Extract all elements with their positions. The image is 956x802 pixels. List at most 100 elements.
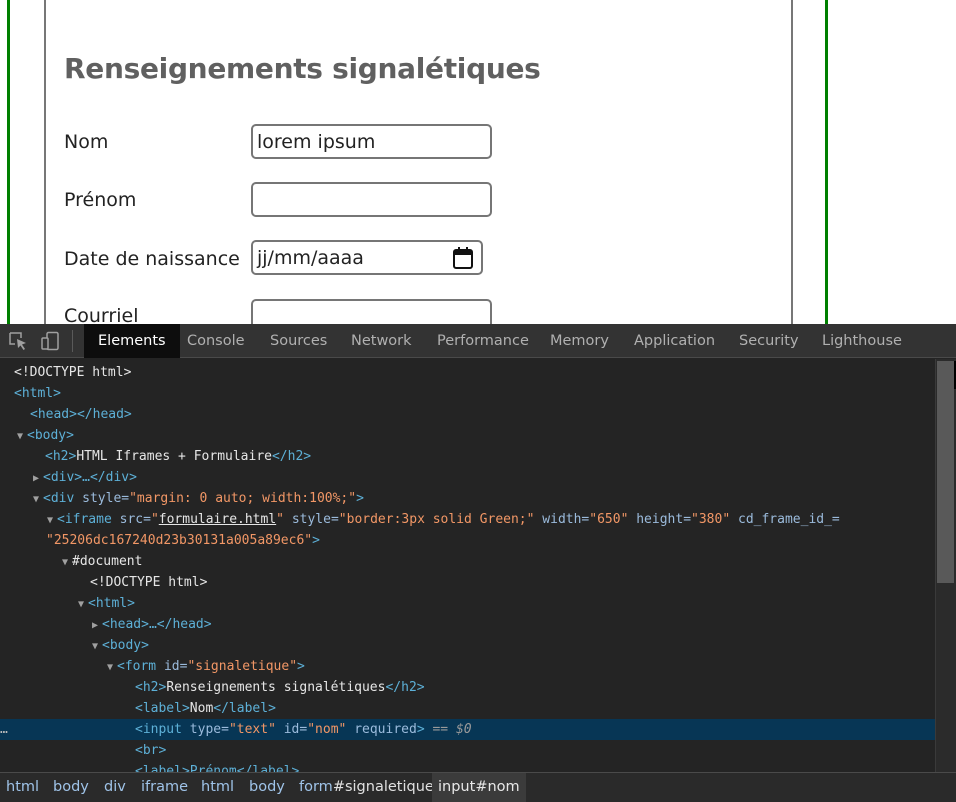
dom-node-div-collapsed[interactable]: ▶ <div>…</div> [0,467,935,488]
more-options-icon[interactable]: … [0,719,8,740]
breadcrumb: html body div iframe html body form#sign… [0,772,956,802]
device-toolbar-icon[interactable] [40,331,60,351]
iframe-src-link[interactable]: formulaire.html [159,512,276,527]
expand-triangle-icon[interactable]: ▼ [17,426,27,447]
breadcrumb-html[interactable]: html [0,773,45,802]
dom-node-body[interactable]: ▼ <body> [0,425,935,446]
calendar-icon[interactable] [452,246,474,270]
tab-performance[interactable]: Performance [423,324,543,358]
dom-node-iframe-cont[interactable]: "25206dc167240d23b30131a005a89ec6"> [0,530,935,551]
collapse-triangle-icon[interactable]: ▶ [92,615,102,636]
h2-text: HTML Iframes + Formulaire [76,449,272,464]
iframe-open-tag: <iframe [57,512,112,527]
dom-node-label-partial[interactable]: <label>Prénom</label> [0,761,935,772]
dom-node-div[interactable]: ▼ <div style="margin: 0 auto; width:100%;… [0,488,935,509]
inspect-element-icon[interactable] [8,331,28,351]
iframe-cdid-attr: cd_frame_id_= [738,512,840,527]
input-gt: > [416,722,425,737]
iframe-width-value: "650" [589,512,629,527]
breadcrumb-inner-html[interactable]: html [195,773,240,802]
scrollbar-thumb[interactable] [937,361,954,583]
nom-input[interactable]: lorem ipsum [251,124,492,159]
courriel-label: Courriel [64,305,139,324]
expand-triangle-icon[interactable]: ▼ [33,489,43,510]
expand-triangle-icon[interactable]: ▼ [107,657,117,678]
tab-elements[interactable]: Elements [84,324,180,358]
dom-node-input-selected[interactable]: … <input type="text" id="nom" required> =… [0,719,935,740]
tab-lighthouse[interactable]: Lighthouse [808,324,916,358]
dom-node-document[interactable]: ▼ #document [0,551,935,572]
iframe-height-value: "380" [691,512,731,527]
body-tag: <body> [27,428,74,443]
dom-node-inner-body[interactable]: ▼ <body> [0,635,935,656]
breadcrumb-input[interactable]: input#nom [432,773,526,802]
dom-node-inner-h2[interactable]: <h2>Renseignements signalétiques</h2> [0,677,935,698]
tab-console[interactable]: Console [173,324,259,358]
tab-memory[interactable]: Memory [536,324,623,358]
document-text: #document [72,554,143,569]
breadcrumb-body[interactable]: body [47,773,95,802]
tab-network[interactable]: Network [337,324,426,358]
expand-triangle-icon[interactable]: ▼ [62,552,72,573]
input-type-attr: type= [189,722,229,737]
expand-triangle-icon[interactable]: ▼ [78,594,88,615]
expand-triangle-icon[interactable]: ▼ [47,510,57,531]
label-open-tag: <label> [135,701,190,716]
html-tag: <html> [14,386,61,401]
iframe-style-value: "border:3px solid Green;" [338,512,535,527]
date-placeholder: jj/mm/aaaa [257,247,364,269]
devtools-tabbar: Elements Console Sources Network Perform… [0,324,956,358]
h2-open-tag: <h2> [45,449,77,464]
form-card [44,0,793,324]
date-naissance-input[interactable]: jj/mm/aaaa [251,240,483,275]
iframe-src-quote-open: " [150,512,159,527]
prenom-label: Prénom [64,189,137,211]
expand-triangle-icon[interactable]: ▼ [92,636,102,657]
courriel-input[interactable] [251,299,492,324]
dom-node-br[interactable]: <br> [0,740,935,761]
prenom-input[interactable] [251,182,492,217]
dom-node-inner-doctype[interactable]: <!DOCTYPE html> [0,572,935,593]
collapse-triangle-icon[interactable]: ▶ [33,468,43,489]
breadcrumb-inner-body[interactable]: body [243,773,291,802]
dom-node-html[interactable]: <html> [0,383,935,404]
form-id-value: "signaletique" [187,659,298,674]
input-required-attr: required [354,722,417,737]
breadcrumb-div[interactable]: div [98,773,132,802]
nom-label: Nom [64,131,109,153]
elements-tree: <!DOCTYPE html> <html> <head></head> ▼ <b… [0,359,935,772]
breadcrumb-iframe[interactable]: iframe [135,773,194,802]
dom-node-inner-head[interactable]: ▶ <head>…</head> [0,614,935,635]
input-id-value: "nom" [307,722,347,737]
head-tag: <head></head> [30,407,132,422]
inner-doctype-text: <!DOCTYPE html> [90,575,208,590]
breadcrumb-form[interactable]: form#signaletique [293,773,440,802]
dom-node-iframe[interactable]: ▼ <iframe src="formulaire.html" style="bo… [0,509,935,530]
tab-sources[interactable]: Sources [256,324,341,358]
dom-node-head[interactable]: <head></head> [0,404,935,425]
inner-h2-close-tag: </h2> [385,680,425,695]
iframe-src-quote-close: " [276,512,284,527]
input-type-value: "text" [228,722,276,737]
elements-scrollbar[interactable] [935,359,956,772]
div-collapsed-tag: <div>…</div> [43,470,137,485]
inner-h2-open-tag: <h2> [135,680,167,695]
dom-node-inner-html[interactable]: ▼ <html> [0,593,935,614]
form-title: Renseignements signalétiques [64,52,541,85]
label2-tag: <label>Prénom</label> [135,764,300,772]
input-id-attr: id= [283,722,308,737]
doctype-text: <!DOCTYPE html> [14,365,132,380]
dom-node-label[interactable]: <label>Nom</label> [0,698,935,719]
iframe-cdid-value: "25206dc167240d23b30131a005a89ec6" [46,533,313,548]
dom-node-form[interactable]: ▼ <form id="signaletique"> [0,656,935,677]
dom-node-doctype[interactable]: <!DOCTYPE html> [0,362,935,383]
tab-application[interactable]: Application [620,324,729,358]
iframe-height-attr: height= [636,512,692,527]
tabbar-separator [72,330,73,352]
div-style-value: "margin: 0 auto; width:100%;" [129,491,357,506]
inner-html-tag: <html> [88,596,135,611]
selected-node-marker: == $0 [432,722,472,737]
dom-node-h2[interactable]: <h2>HTML Iframes + Formulaire</h2> [0,446,935,467]
br-tag: <br> [135,743,167,758]
tab-security[interactable]: Security [725,324,813,358]
